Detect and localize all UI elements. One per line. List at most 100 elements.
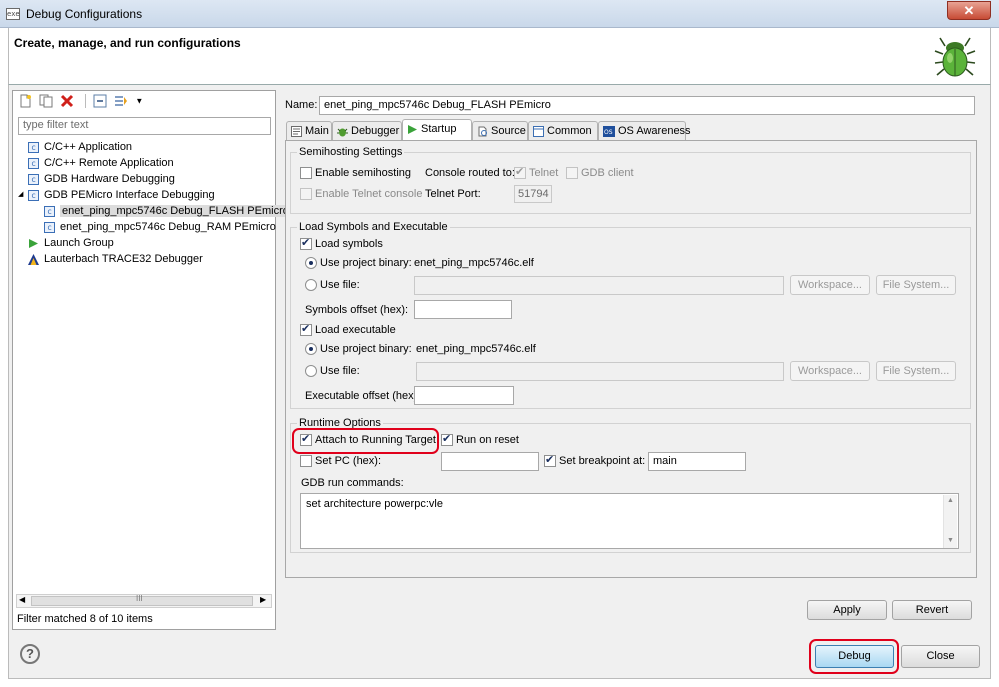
scroll-thumb[interactable]: III: [31, 594, 253, 606]
c-icon: c: [28, 141, 39, 153]
c-icon: c: [28, 189, 39, 201]
apply-button[interactable]: Apply: [807, 600, 887, 620]
checkbox-box[interactable]: [300, 167, 312, 180]
launch-icon: [29, 238, 38, 248]
set-breakpoint-checkbox[interactable]: Set breakpoint at:: [544, 453, 646, 468]
exec-project-binary-radio[interactable]: Use project binary:: [305, 343, 412, 356]
chevron-down-icon[interactable]: ▼: [135, 97, 143, 106]
checkbox-box[interactable]: [300, 188, 312, 201]
help-icon[interactable]: ?: [20, 644, 40, 664]
radio-dot[interactable]: [305, 257, 317, 270]
symbols-project-binary-radio[interactable]: Use project binary:: [305, 257, 412, 270]
scroll-up-icon[interactable]: ▲: [947, 497, 954, 504]
run-on-reset-checkbox[interactable]: Run on reset: [441, 432, 519, 447]
exec-filesystem-button[interactable]: File System...: [876, 361, 956, 381]
tree-item-trace32[interactable]: Lauterbach TRACE32 Debugger: [18, 251, 274, 267]
checkbox-box[interactable]: [300, 455, 312, 468]
expand-arrow-icon[interactable]: ◢: [18, 187, 23, 203]
load-executable-checkbox[interactable]: Load executable: [300, 322, 396, 337]
enable-semihosting-checkbox[interactable]: Enable semihosting: [300, 167, 411, 180]
gdb-commands-textarea[interactable]: set architecture powerpc:vle: [300, 493, 959, 549]
tab-source[interactable]: Source: [472, 121, 528, 141]
checkbox-box[interactable]: [441, 432, 453, 447]
scroll-left-icon[interactable]: ◀: [19, 595, 25, 604]
checkbox-label: Run on reset: [456, 434, 519, 446]
collapse-all-icon[interactable]: [93, 94, 107, 108]
tree-item-label: enet_ping_mpc5746c Debug_FLASH PEmicro: [60, 205, 291, 217]
exec-binary-value: enet_ping_mpc5746c.elf: [416, 343, 536, 355]
telnet-port-input[interactable]: 51794: [514, 185, 552, 203]
tab-common[interactable]: Common: [528, 121, 598, 141]
attach-checkbox[interactable]: Attach to Running Target: [300, 432, 436, 447]
os-awareness-tab-icon: OS: [603, 125, 615, 137]
revert-button[interactable]: Revert: [892, 600, 972, 620]
tree-item-gdb-pemicro[interactable]: ◢ c GDB PEMicro Interface Debugging: [18, 187, 274, 203]
checkbox-label: Enable Telnet console: [315, 188, 423, 200]
checkbox-box[interactable]: [566, 167, 578, 180]
window-close-button[interactable]: ✕: [947, 1, 991, 20]
delete-icon[interactable]: [60, 94, 74, 108]
telnet-checkbox[interactable]: Telnet: [514, 165, 558, 180]
symbols-use-file-radio[interactable]: Use file:: [305, 279, 360, 292]
load-title: Load Symbols and Executable: [297, 221, 450, 233]
scroll-right-icon[interactable]: ▶: [260, 595, 266, 604]
exec-use-file-radio[interactable]: Use file:: [305, 365, 360, 378]
radio-label: Use project binary:: [320, 257, 412, 269]
filter-icon[interactable]: [114, 94, 128, 108]
checkbox-box[interactable]: [514, 165, 526, 180]
checkbox-label: Load symbols: [315, 238, 383, 250]
tab-startup[interactable]: Startup: [402, 119, 472, 141]
radio-dot[interactable]: [305, 279, 317, 292]
duplicate-icon[interactable]: [39, 94, 53, 108]
tree-item-gdb-hw[interactable]: c GDB Hardware Debugging: [18, 171, 274, 187]
scroll-down-icon[interactable]: ▼: [947, 537, 954, 544]
tab-os-awareness[interactable]: OS OS Awareness: [598, 121, 691, 141]
radio-dot[interactable]: [305, 343, 317, 356]
tree-item-cpp-remote[interactable]: c C/C++ Remote Application: [18, 155, 274, 171]
checkbox-box[interactable]: [544, 453, 556, 468]
radio-label: Use file:: [320, 365, 360, 377]
exec-offset-input[interactable]: [414, 386, 514, 405]
tab-label: OS Awareness: [618, 125, 691, 137]
tree-item-launch-group[interactable]: Launch Group: [18, 235, 274, 251]
tab-main[interactable]: Main: [286, 121, 332, 141]
load-symbols-checkbox[interactable]: Load symbols: [300, 236, 383, 251]
enable-telnet-checkbox[interactable]: Enable Telnet console: [300, 188, 423, 201]
new-config-icon[interactable]: [18, 94, 32, 108]
trace32-icon: [28, 253, 39, 265]
gdb-commands-scrollbar[interactable]: ▲ ▼: [943, 495, 957, 548]
c-icon: c: [44, 205, 55, 217]
symbols-offset-input[interactable]: [414, 300, 512, 319]
common-tab-icon: [533, 125, 544, 137]
tree-hscrollbar[interactable]: ◀ III ▶: [16, 594, 272, 608]
exec-file-input[interactable]: [416, 362, 784, 381]
symbols-workspace-button[interactable]: Workspace...: [790, 275, 870, 295]
debugger-tab-icon: [337, 128, 348, 137]
checkbox-label: Set breakpoint at:: [559, 455, 646, 467]
tree-item-cpp-app[interactable]: c C/C++ Application: [18, 139, 274, 155]
checkbox-box[interactable]: [300, 432, 312, 447]
scroll-grip: III: [136, 594, 143, 603]
close-button[interactable]: Close: [901, 645, 980, 668]
tree-item-flash-config[interactable]: c enet_ping_mpc5746c Debug_FLASH PEmicro: [18, 203, 291, 219]
semihosting-title: Semihosting Settings: [297, 146, 405, 158]
gdb-client-checkbox[interactable]: GDB client: [566, 167, 634, 180]
config-tree: c C/C++ Application c C/C++ Remote Applica…: [18, 139, 291, 267]
debug-button[interactable]: Debug: [815, 645, 894, 668]
checkbox-box[interactable]: [300, 322, 312, 337]
filter-input[interactable]: type filter text: [18, 117, 271, 135]
radio-dot[interactable]: [305, 365, 317, 378]
checkbox-box[interactable]: [300, 236, 312, 251]
set-pc-input[interactable]: [441, 452, 539, 471]
tree-item-ram-config[interactable]: c enet_ping_mpc5746c Debug_RAM PEmicro: [18, 219, 276, 235]
exec-workspace-button[interactable]: Workspace...: [790, 361, 870, 381]
symbols-filesystem-button[interactable]: File System...: [876, 275, 956, 295]
set-pc-checkbox[interactable]: Set PC (hex):: [300, 455, 381, 468]
tree-item-label: GDB PEMicro Interface Debugging: [44, 189, 215, 201]
tree-item-label: Launch Group: [44, 237, 114, 249]
app-icon: exe: [6, 8, 20, 20]
breakpoint-input[interactable]: main: [648, 452, 746, 471]
name-input[interactable]: enet_ping_mpc5746c Debug_FLASH PEmicro: [319, 96, 975, 115]
symbols-file-input[interactable]: [414, 276, 784, 295]
tab-debugger[interactable]: Debugger: [332, 121, 402, 141]
